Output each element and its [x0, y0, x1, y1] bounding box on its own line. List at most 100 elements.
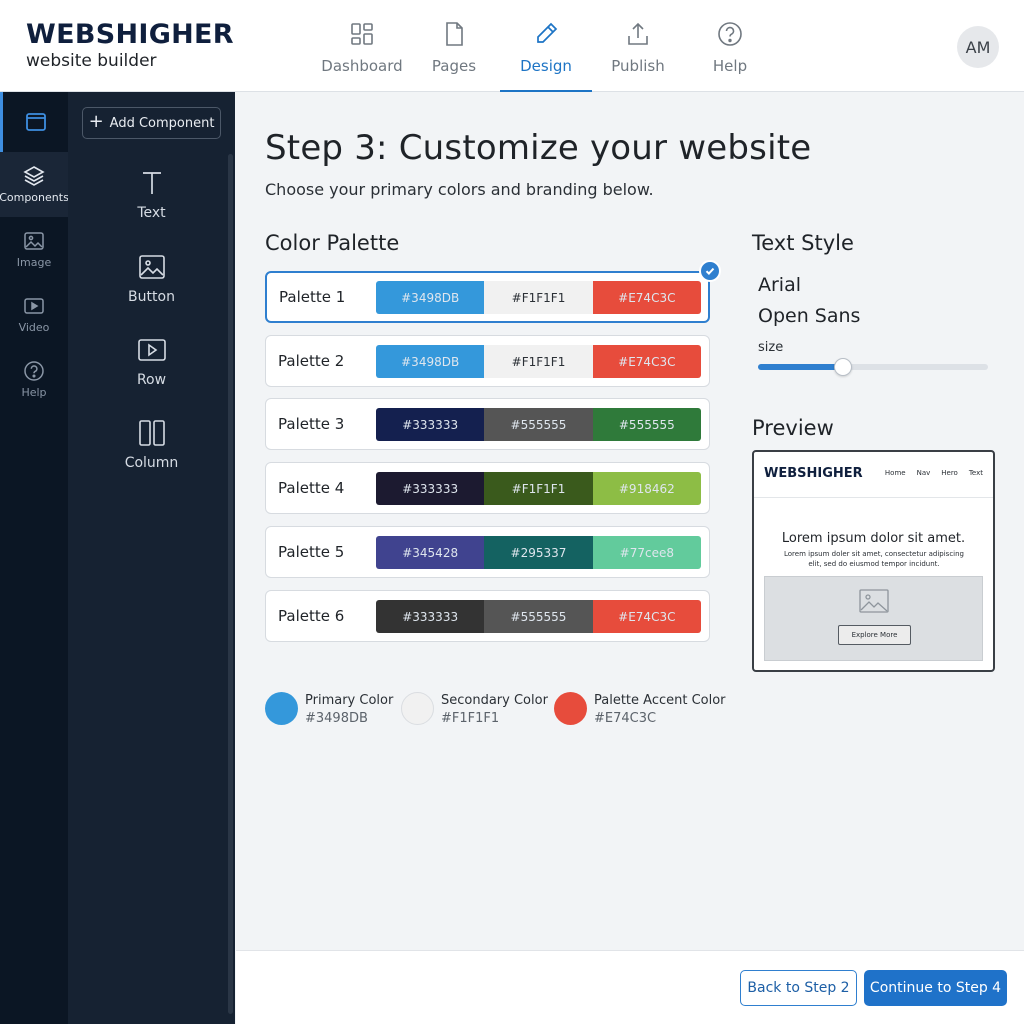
component-column-label: Column [124, 455, 179, 471]
size-label: size [758, 340, 784, 355]
legend-color-dot [401, 692, 434, 725]
component-row[interactable]: Row [82, 335, 221, 388]
legend-label: Secondary Color [441, 693, 548, 708]
main-content: Step 3: Customize your website Choose yo… [236, 92, 1024, 950]
legend-text: Palette Accent Color #E74C3C [594, 692, 726, 728]
legend-hex: #F1F1F1 [441, 711, 500, 726]
color-swatch: #333333 [376, 472, 485, 505]
page-intro: Choose your primary colors and branding … [265, 180, 654, 199]
rail-image[interactable]: Image [0, 217, 68, 282]
palette-name: Palette 3 [278, 415, 345, 433]
plus-icon: + [88, 111, 104, 132]
nav-help-label: Help [712, 57, 748, 75]
rail-window[interactable] [0, 92, 68, 152]
component-text[interactable]: Text [82, 168, 221, 221]
component-panel: + Add Component Text Button Row Column [68, 92, 235, 1024]
component-text-label: Text [137, 205, 166, 221]
add-component-label: Add Component [109, 115, 215, 131]
legend-item: Primary Color #3498DB [265, 692, 393, 728]
color-swatch: #F1F1F1 [484, 472, 593, 505]
font-option-open-sans[interactable]: Open Sans [758, 305, 860, 327]
footer-bar: Back to Step 2 Continue to Step 4 [236, 950, 1024, 1024]
preview-heading: Preview [752, 416, 834, 440]
nav-pages-label: Pages [431, 57, 477, 75]
nav-dashboard[interactable]: Dashboard [316, 0, 408, 92]
help-icon [24, 361, 44, 381]
logo-tagline: website builder [26, 51, 157, 71]
logo[interactable]: WEBSHIGHER website builder [26, 19, 234, 71]
palette-name: Palette 5 [278, 543, 345, 561]
color-swatch: #555555 [592, 408, 701, 441]
palette-swatches: #333333 #F1F1F1 #918462 [376, 472, 701, 505]
pen-icon [537, 22, 558, 43]
nav-help[interactable]: Help [684, 0, 776, 92]
main-nav: Dashboard Pages Design Publish Help [316, 0, 776, 93]
size-slider[interactable] [758, 358, 988, 376]
legend-label: Primary Color [305, 693, 394, 708]
palette-option[interactable]: Palette 3 #333333 #555555 #555555 [265, 398, 710, 450]
palette-swatches: #333333 #555555 #555555 [376, 408, 701, 441]
video-icon [24, 298, 44, 314]
palette-option[interactable]: Palette 2 #3498DB #F1F1F1 #E74C3C [265, 335, 710, 387]
nav-publish[interactable]: Publish [592, 0, 684, 92]
color-swatch: #3498DB [376, 281, 485, 314]
legend-label: Palette Accent Color [594, 693, 726, 708]
color-swatch: #F1F1F1 [484, 281, 593, 314]
rail-components-label: Components [0, 191, 69, 204]
rail-video-label: Video [18, 321, 50, 334]
component-button[interactable]: Button [82, 252, 221, 305]
rail-components[interactable]: Components [0, 152, 69, 217]
nav-design[interactable]: Design [500, 0, 592, 93]
icon-rail: Components Image Video Help [0, 92, 69, 1024]
help-icon [718, 22, 742, 46]
top-bar: WEBSHIGHER website builder Dashboard Pag… [0, 0, 1024, 93]
palette-name: Palette 1 [279, 288, 346, 306]
palette-option[interactable]: Palette 5 #345428 #295337 #77cee8 [265, 526, 710, 578]
preview-brand: WEBSHIGHER [764, 466, 863, 481]
size-slider-handle[interactable] [834, 358, 853, 376]
palette-option[interactable]: Palette 6 #333333 #555555 #E74C3C [265, 590, 710, 642]
color-swatch: #3498DB [376, 345, 485, 378]
component-column[interactable]: Column [82, 418, 221, 471]
nav-dashboard-label: Dashboard [321, 57, 403, 75]
panel-scrollbar[interactable] [228, 154, 233, 1014]
rail-help[interactable]: Help [0, 347, 68, 412]
back-button[interactable]: Back to Step 2 [740, 970, 857, 1006]
continue-button[interactable]: Continue to Step 4 [864, 970, 1007, 1006]
component-row-label: Row [136, 372, 167, 388]
preview-hero: Explore More [764, 576, 983, 661]
page-title: Step 3: Customize your website [265, 128, 812, 168]
color-swatch: #333333 [376, 408, 485, 441]
color-swatch: #77cee8 [592, 536, 701, 569]
image-placeholder-icon [859, 589, 889, 613]
text-style-heading: Text Style [752, 231, 854, 255]
color-swatch: #F1F1F1 [484, 345, 593, 378]
color-swatch: #295337 [484, 536, 593, 569]
preview-explore-button[interactable]: Explore More [838, 625, 911, 645]
upload-icon [628, 22, 648, 45]
nav-publish-label: Publish [611, 57, 665, 75]
rail-video[interactable]: Video [0, 282, 68, 347]
user-avatar[interactable]: AM [957, 26, 999, 68]
legend-color-dot [554, 692, 587, 725]
legend-hex: #3498DB [305, 711, 368, 726]
image-icon [24, 232, 44, 250]
add-component-button[interactable]: + Add Component [82, 107, 221, 139]
dashboard-icon [351, 23, 373, 45]
legend-color-dot [265, 692, 298, 725]
window-icon [25, 113, 46, 131]
preview-nav-nav: Nav [916, 469, 931, 477]
legend-text: Primary Color #3498DB [305, 692, 393, 728]
palette-swatches: #345428 #295337 #77cee8 [376, 536, 701, 569]
nav-pages[interactable]: Pages [408, 0, 500, 92]
preview-body: Lorem ipsum doler sit amet, consectetur … [784, 550, 964, 568]
preview-header: WEBSHIGHER Home Nav Hero Text [754, 452, 993, 498]
preview-nav: Home Nav Hero Text [885, 469, 983, 477]
component-button-label: Button [128, 289, 175, 305]
palette-option[interactable]: Palette 4 #333333 #F1F1F1 #918462 [265, 462, 710, 514]
page-icon [446, 22, 463, 46]
nav-design-label: Design [520, 57, 572, 75]
palette-option[interactable]: Palette 1 #3498DB #F1F1F1 #E74C3C [265, 260, 721, 323]
palette-name: Palette 6 [278, 607, 345, 625]
font-option-arial[interactable]: Arial [758, 274, 801, 296]
